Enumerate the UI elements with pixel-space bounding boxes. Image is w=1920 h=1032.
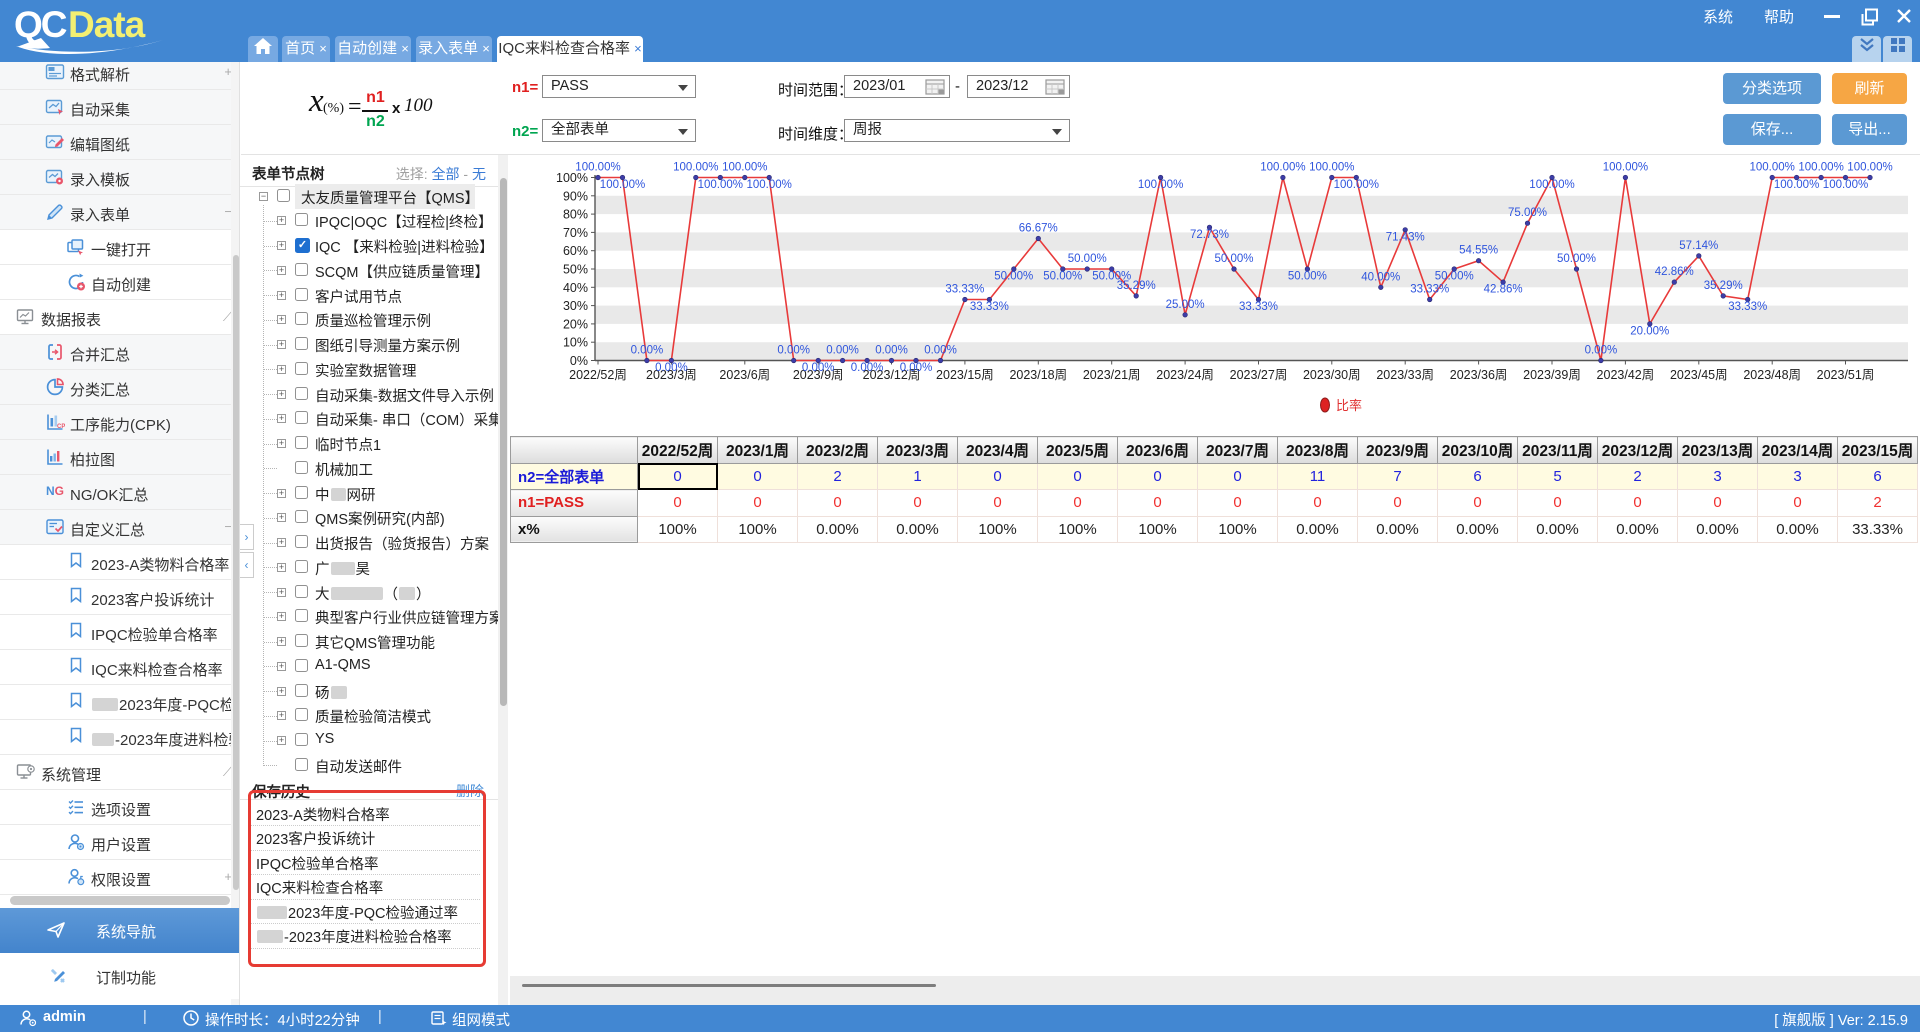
svg-text:33.33%: 33.33%	[1410, 284, 1449, 296]
svg-text:2023/51周: 2023/51周	[1817, 368, 1875, 382]
svg-text:0.00%: 0.00%	[655, 362, 688, 374]
svg-text:100.00%: 100.00%	[1798, 162, 1843, 174]
svg-text:0.00%: 0.00%	[900, 362, 933, 374]
svg-text:10%: 10%	[563, 336, 588, 350]
svg-text:2023/18周: 2023/18周	[1009, 368, 1067, 382]
svg-text:100.00%: 100.00%	[1749, 162, 1794, 174]
svg-text:50.00%: 50.00%	[1288, 271, 1327, 283]
svg-text:0.00%: 0.00%	[631, 345, 664, 357]
svg-text:CPK: CPK	[57, 424, 65, 430]
svg-text:25.00%: 25.00%	[1166, 299, 1205, 311]
svg-text:100.00%: 100.00%	[698, 179, 743, 191]
svg-text:0.00%: 0.00%	[826, 345, 859, 357]
svg-text:100.00%: 100.00%	[1529, 179, 1574, 191]
svg-text:50.00%: 50.00%	[1068, 253, 1107, 265]
svg-text:70%: 70%	[563, 226, 588, 240]
svg-text:33.33%: 33.33%	[1239, 301, 1278, 313]
svg-text:75.00%: 75.00%	[1508, 207, 1547, 219]
svg-text:54.55%: 54.55%	[1459, 245, 1498, 257]
svg-text:0.00%: 0.00%	[875, 345, 908, 357]
svg-text:比率: 比率	[1336, 398, 1362, 413]
svg-text:2023/24周: 2023/24周	[1156, 368, 1214, 382]
svg-text:100.00%: 100.00%	[575, 162, 620, 174]
svg-text:2023/30周: 2023/30周	[1303, 368, 1361, 382]
svg-text:57.14%: 57.14%	[1679, 240, 1718, 252]
svg-text:100.00%: 100.00%	[1334, 179, 1379, 191]
svg-text:2022/52周: 2022/52周	[569, 368, 627, 382]
svg-text:2023/15周: 2023/15周	[936, 368, 994, 382]
svg-text:100.00%: 100.00%	[746, 179, 791, 191]
svg-text:42.86%: 42.86%	[1484, 284, 1523, 296]
svg-text:42.86%: 42.86%	[1655, 266, 1694, 278]
svg-text:35.29%: 35.29%	[1117, 280, 1156, 292]
svg-text:0.00%: 0.00%	[924, 345, 957, 357]
svg-text:50.00%: 50.00%	[1043, 271, 1082, 283]
svg-text:2023/36周: 2023/36周	[1450, 368, 1508, 382]
svg-text:2023/6周: 2023/6周	[719, 368, 770, 382]
svg-text:100.00%: 100.00%	[673, 162, 718, 174]
svg-text:40.00%: 40.00%	[1361, 271, 1400, 283]
svg-text:0.00%: 0.00%	[1585, 345, 1618, 357]
svg-text:50.00%: 50.00%	[1435, 271, 1474, 283]
svg-text:50.00%: 50.00%	[994, 271, 1033, 283]
svg-text:2023/45周: 2023/45周	[1670, 368, 1728, 382]
svg-text:100.00%: 100.00%	[1260, 162, 1305, 174]
svg-text:2023/48周: 2023/48周	[1743, 368, 1801, 382]
svg-text:100.00%: 100.00%	[600, 179, 645, 191]
svg-text:72.73%: 72.73%	[1190, 229, 1229, 241]
svg-text:35.29%: 35.29%	[1704, 280, 1743, 292]
svg-text:0.00%: 0.00%	[802, 362, 835, 374]
svg-text:0.00%: 0.00%	[777, 345, 810, 357]
svg-text:100.00%: 100.00%	[1847, 162, 1892, 174]
svg-text:33.33%: 33.33%	[945, 284, 984, 296]
svg-text:50.00%: 50.00%	[1214, 253, 1253, 265]
svg-text:71.43%: 71.43%	[1386, 231, 1425, 243]
svg-text:50.00%: 50.00%	[1557, 253, 1596, 265]
svg-text:33.33%: 33.33%	[970, 301, 1009, 313]
svg-text:2023/33周: 2023/33周	[1376, 368, 1434, 382]
svg-text:0%: 0%	[570, 354, 588, 368]
svg-text:33.33%: 33.33%	[1728, 301, 1767, 313]
svg-text:60%: 60%	[563, 244, 588, 258]
svg-text:2023/21周: 2023/21周	[1083, 368, 1141, 382]
svg-text:20.00%: 20.00%	[1630, 325, 1669, 337]
svg-text:2023/42周: 2023/42周	[1597, 368, 1655, 382]
svg-text:40%: 40%	[563, 281, 588, 295]
svg-text:0.00%: 0.00%	[851, 362, 884, 374]
svg-text:80%: 80%	[563, 208, 588, 222]
svg-text:100.00%: 100.00%	[1138, 179, 1183, 191]
svg-text:100.00%: 100.00%	[722, 162, 767, 174]
svg-text:100.00%: 100.00%	[1823, 179, 1868, 191]
svg-text:2023/27周: 2023/27周	[1230, 368, 1288, 382]
svg-text:66.67%: 66.67%	[1019, 223, 1058, 235]
svg-text:30%: 30%	[563, 299, 588, 313]
svg-text:90%: 90%	[563, 189, 588, 203]
svg-text:50%: 50%	[563, 263, 588, 277]
svg-text:100.00%: 100.00%	[1309, 162, 1354, 174]
svg-text:100.00%: 100.00%	[1774, 179, 1819, 191]
svg-text:2023/39周: 2023/39周	[1523, 368, 1581, 382]
svg-text:20%: 20%	[563, 317, 588, 331]
svg-text:100.00%: 100.00%	[1603, 162, 1648, 174]
